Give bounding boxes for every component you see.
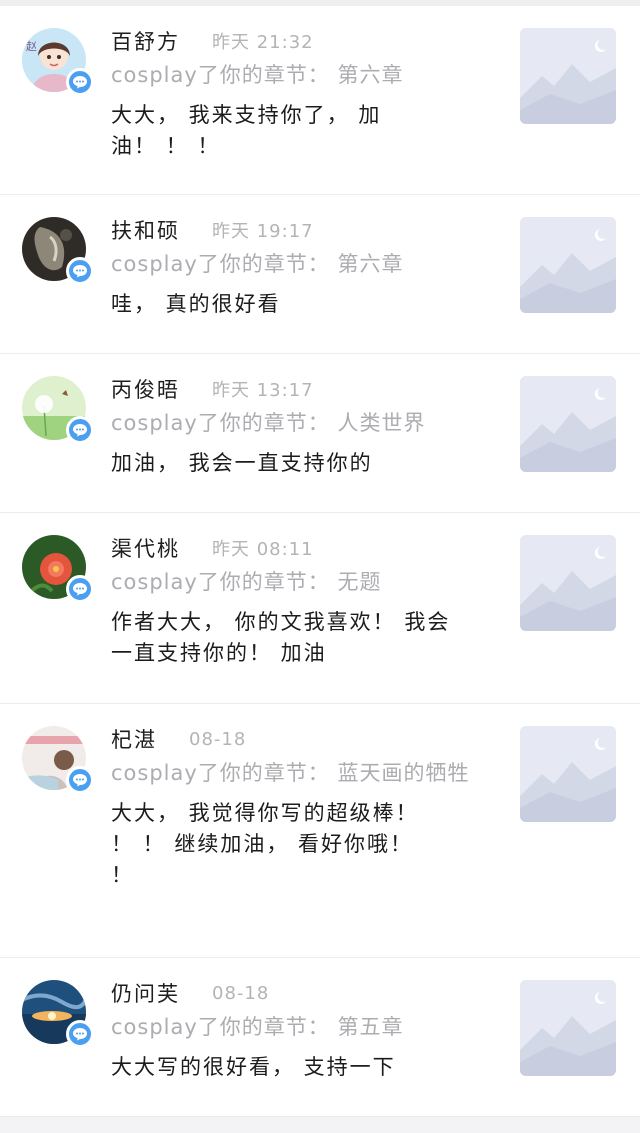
comment-item[interactable]: 渠代桃 昨天 08:11 cosplay了你的章节： 无题 作者大大， 你的文我… [0,513,640,704]
chapter-reference[interactable]: cosplay了你的章节： 人类世界 [111,407,491,440]
avatar[interactable] [22,217,94,289]
commenter-name[interactable]: 丙俊晤 [111,374,180,404]
commenter-name[interactable]: 渠代桃 [111,533,180,563]
commenter-name[interactable]: 百舒方 [111,26,180,56]
chat-bubble-icon [66,1020,94,1048]
comment-time: 昨天 13:17 [212,380,314,401]
comment-time: 昨天 19:17 [212,221,314,242]
comment-time: 昨天 08:11 [212,539,314,560]
chat-bubble-icon [66,257,94,285]
image-placeholder-icon[interactable] [520,28,616,124]
avatar[interactable]: 赵 [22,28,94,100]
comment-text: 哇， 真的很好看 [111,292,281,316]
svg-text:赵: 赵 [26,39,37,53]
comment-text: 大大， 我觉得你写的超级棒！ ！ ！ 继续加油， 看好你哦！ ！ [111,801,419,887]
comment-time: 08-18 [212,982,270,1004]
comment-text: 大大写的很好看， 支持一下 [111,1055,396,1079]
comment-text: 作者大大， 你的文我喜欢！ 我会一直支持你的！ 加油 [111,610,451,665]
image-placeholder-icon[interactable] [520,726,616,822]
avatar[interactable] [22,376,94,448]
comment-text: 大大， 我来支持你了， 加油！ ！ ！ [111,103,382,158]
comment-item[interactable]: 丙俊晤 昨天 13:17 cosplay了你的章节： 人类世界 加油， 我会一直… [0,354,640,513]
chapter-reference[interactable]: cosplay了你的章节： 第六章 [111,59,491,92]
comment-time: 昨天 21:32 [212,32,314,53]
chapter-reference[interactable]: cosplay了你的章节： 第六章 [111,248,491,281]
chapter-reference[interactable]: cosplay了你的章节： 第五章 [111,1011,491,1044]
chat-bubble-icon [66,68,94,96]
comment-list: 赵 百舒方 昨天 21:32 cosplay了你的章节： 第六章 大大， 我来支… [0,6,640,1117]
chat-bubble-icon [66,575,94,603]
avatar[interactable] [22,980,94,1052]
image-placeholder-icon[interactable] [520,535,616,631]
chapter-reference[interactable]: cosplay了你的章节： 蓝天画的牺牲 [111,757,471,790]
comment-time: 08-18 [189,728,247,750]
commenter-name[interactable]: 仍问芙 [111,978,180,1008]
commenter-name[interactable]: 扶和硕 [111,215,180,245]
comment-item[interactable]: 杞湛 08-18 cosplay了你的章节： 蓝天画的牺牲 大大， 我觉得你写的… [0,704,640,958]
chapter-reference[interactable]: cosplay了你的章节： 无题 [111,566,491,599]
comment-item[interactable]: 仍问芙 08-18 cosplay了你的章节： 第五章 大大写的很好看， 支持一… [0,958,640,1117]
image-placeholder-icon[interactable] [520,376,616,472]
commenter-name[interactable]: 杞湛 [111,724,157,754]
chat-bubble-icon [66,416,94,444]
chat-bubble-icon [66,766,94,794]
image-placeholder-icon[interactable] [520,980,616,1076]
comment-item[interactable]: 扶和硕 昨天 19:17 cosplay了你的章节： 第六章 哇， 真的很好看 [0,195,640,354]
comment-item[interactable]: 赵 百舒方 昨天 21:32 cosplay了你的章节： 第六章 大大， 我来支… [0,6,640,195]
avatar[interactable] [22,535,94,607]
avatar[interactable] [22,726,94,798]
image-placeholder-icon[interactable] [520,217,616,313]
comment-text: 加油， 我会一直支持你的 [111,451,373,475]
